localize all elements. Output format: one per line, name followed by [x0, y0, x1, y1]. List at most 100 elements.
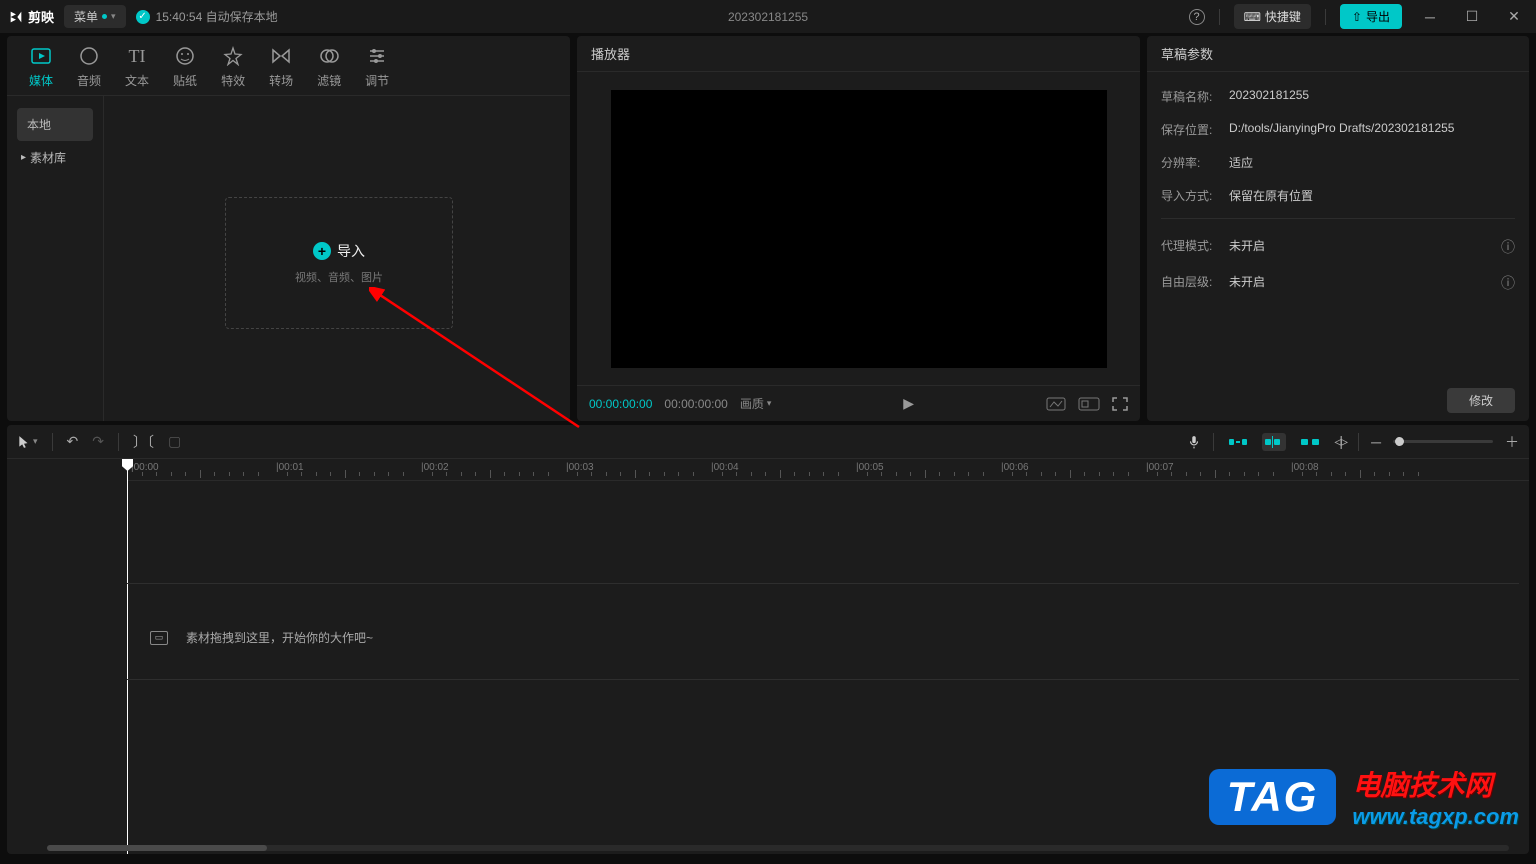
prop-value: 适应 [1229, 154, 1515, 171]
media-tab-5[interactable]: 转场 [269, 44, 293, 95]
prop-row: 草稿名称:202302181255 [1161, 80, 1515, 113]
info-icon[interactable]: ⓘ [1501, 273, 1515, 293]
split-button[interactable]: 〕〔 [133, 432, 154, 452]
media-tab-6[interactable]: 滤镜 [317, 44, 341, 95]
mic-button[interactable] [1187, 434, 1201, 450]
plus-icon: + [313, 242, 331, 260]
timeline-ruler[interactable]: |00:00|00:01|00:02|00:03|00:04|00:05|00:… [127, 459, 1529, 481]
ruler-tick [200, 470, 201, 478]
hint-text: 素材拖拽到这里，开始你的大作吧~ [186, 629, 373, 646]
ruler-tick [1055, 472, 1056, 476]
info-icon[interactable]: ⓘ [1501, 237, 1515, 257]
media-tab-2[interactable]: TI文本 [125, 44, 149, 95]
ruler-tick [1345, 472, 1346, 476]
video-canvas[interactable] [611, 90, 1107, 368]
chevron-down-icon: ▾ [111, 11, 116, 22]
snap-toggle-1[interactable] [1226, 433, 1250, 451]
ruler-tick [1186, 472, 1187, 476]
redo-button[interactable]: ↷ [92, 433, 104, 450]
zoom-in-button[interactable]: ＋ [1505, 432, 1519, 452]
ruler-tick [156, 472, 157, 476]
ruler-label: |00:00 [131, 462, 159, 473]
watermark-tag: TAG [1209, 769, 1337, 825]
delete-button[interactable]: ▢ [168, 433, 181, 450]
snap-toggle-3[interactable] [1298, 433, 1322, 451]
snap-toggle-2[interactable] [1262, 433, 1286, 451]
media-tab-3[interactable]: 贴纸 [173, 44, 197, 95]
ruler-tick [1316, 472, 1317, 476]
zoom-slider[interactable] [1393, 440, 1493, 443]
ruler-label: |00:08 [1291, 462, 1319, 473]
prop-label: 分辨率: [1161, 154, 1229, 171]
watermark: TAG 电脑技术网 www.tagxp.com [1209, 764, 1519, 830]
tab-label: 媒体 [29, 72, 53, 89]
tab-icon [270, 44, 292, 68]
check-icon: ✓ [136, 10, 150, 24]
play-button[interactable]: ▶ [903, 395, 914, 412]
timeline-scrollbar[interactable] [47, 845, 1509, 851]
help-icon[interactable]: ? [1189, 9, 1205, 25]
ruler-tick [823, 472, 824, 476]
ruler-tick [780, 470, 781, 478]
sidebar-item-library[interactable]: ▸ 素材库 [7, 141, 103, 174]
track-line [127, 583, 1519, 584]
maximize-button[interactable]: ☐ [1458, 7, 1486, 27]
ruler-tick [983, 472, 984, 476]
close-button[interactable]: ✕ [1500, 7, 1528, 27]
fullscreen-icon[interactable] [1112, 397, 1128, 411]
modify-button[interactable]: 修改 [1447, 388, 1515, 413]
keyboard-icon: ⌨ [1244, 10, 1261, 24]
ruler-tick [1113, 472, 1114, 476]
ruler-tick [751, 472, 752, 476]
ratio-icon[interactable] [1078, 397, 1100, 411]
sidebar-item-local[interactable]: 本地 [17, 108, 93, 141]
media-tab-7[interactable]: 调节 [365, 44, 389, 95]
media-tab-0[interactable]: 媒体 [29, 44, 53, 95]
export-button[interactable]: ⇧ 导出 [1340, 4, 1402, 29]
minimize-button[interactable]: ─ [1416, 7, 1444, 27]
ruler-label: |00:07 [1146, 462, 1174, 473]
divider [1161, 218, 1515, 219]
ruler-tick [316, 472, 317, 476]
cursor-tool[interactable]: ▾ [17, 435, 38, 449]
menu-button[interactable]: 菜单 ▾ [64, 5, 126, 28]
ruler-tick [533, 472, 534, 476]
media-tab-1[interactable]: 音频 [77, 44, 101, 95]
quality-dropdown[interactable]: 画质▾ [740, 395, 772, 412]
player-header: 播放器 [577, 36, 1140, 72]
ruler-tick [461, 472, 462, 476]
zoom-out-button[interactable]: ─ [1371, 434, 1381, 450]
prop-label: 草稿名称: [1161, 88, 1229, 105]
ruler-tick [577, 472, 578, 476]
ruler-tick [1128, 472, 1129, 476]
ruler-tick [1273, 472, 1274, 476]
ruler-tick [1084, 472, 1085, 476]
ruler-tick [287, 472, 288, 476]
tab-icon: TI [129, 44, 146, 68]
chevron-right-icon: ▸ [21, 152, 26, 163]
ruler-tick [1070, 470, 1071, 478]
titlebar: 剪映 菜单 ▾ ✓ 15:40:54 自动保存本地 202302181255 ?… [0, 0, 1536, 33]
zoom-thumb[interactable] [1395, 437, 1404, 446]
shortcut-button[interactable]: ⌨ 快捷键 [1234, 4, 1311, 29]
import-dropzone[interactable]: + 导入 视频、音频、图片 [225, 197, 453, 329]
app-name: 剪映 [28, 7, 54, 26]
ruler-tick [968, 472, 969, 476]
compare-icon[interactable] [1046, 397, 1066, 411]
tab-icon [223, 44, 243, 68]
sidebar-label: 素材库 [30, 149, 66, 166]
tab-label: 滤镜 [317, 72, 341, 89]
player-panel: 播放器 00:00:00:00 00:00:00:00 画质▾ ▶ [577, 36, 1140, 421]
prop-row: 导入方式:保留在原有位置 [1161, 179, 1515, 212]
ruler-label: |00:06 [1001, 462, 1029, 473]
timeline-toolbar: ▾ ↶ ↷ 〕〔 ▢ ◃|▹ ─ ＋ [7, 425, 1529, 459]
ruler-tick [229, 472, 230, 476]
preview-cut-button[interactable]: ◃|▹ [1334, 433, 1346, 450]
ruler-tick [519, 472, 520, 476]
undo-button[interactable]: ↶ [67, 433, 79, 450]
scrollbar-thumb[interactable] [47, 845, 267, 851]
ruler-tick [1403, 472, 1404, 476]
ruler-tick [664, 472, 665, 476]
media-tab-4[interactable]: 特效 [221, 44, 245, 95]
ruler-tick [345, 470, 346, 478]
